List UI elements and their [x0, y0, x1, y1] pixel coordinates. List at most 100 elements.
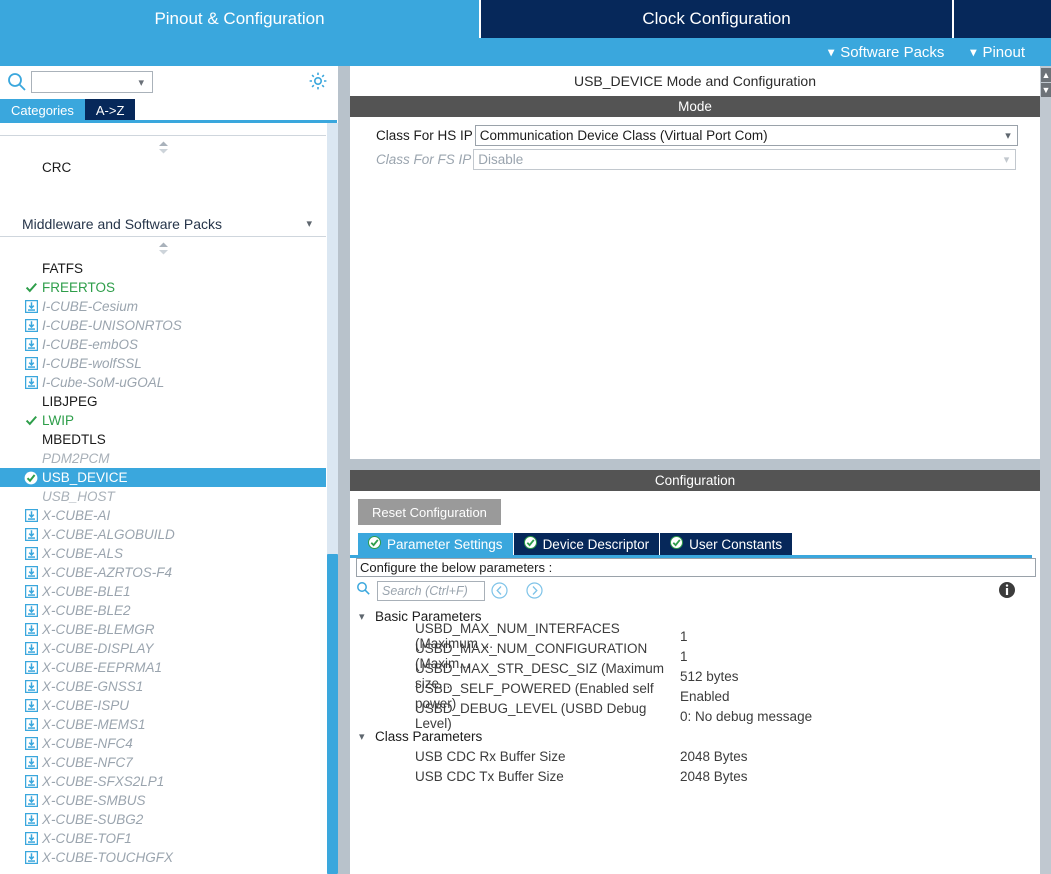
- reset-configuration-row: Reset Configuration: [350, 491, 1040, 533]
- reset-configuration-button[interactable]: Reset Configuration: [358, 499, 501, 525]
- check-circle-icon: [523, 536, 537, 552]
- info-icon[interactable]: [998, 581, 1016, 599]
- sidebar-tab-row: Categories A->Z: [0, 98, 340, 121]
- download-icon: [22, 528, 40, 541]
- list-item[interactable]: X-CUBE-EEPRMA1: [0, 658, 326, 677]
- list-item[interactable]: PDM2PCM: [0, 449, 326, 468]
- mode-row-hs: Class For HS IP Communication Device Cla…: [350, 117, 1040, 146]
- list-item[interactable]: X-CUBE-SMBUS: [0, 791, 326, 810]
- sidebar-tab-categories[interactable]: Categories: [0, 99, 85, 121]
- list-item[interactable]: X-CUBE-AI: [0, 506, 326, 525]
- list-item-label: X-CUBE-ALGOBUILD: [42, 527, 175, 542]
- software-packs-menu[interactable]: ▾ Software Packs: [828, 44, 944, 61]
- list-item[interactable]: X-CUBE-BLEMGR: [0, 620, 326, 639]
- tab-device-descriptor[interactable]: Device Descriptor: [512, 533, 660, 555]
- category-header[interactable]: [0, 123, 326, 136]
- tab-clock-configuration[interactable]: Clock Configuration: [479, 0, 952, 38]
- chevron-down-icon: ▾: [828, 45, 835, 59]
- secondary-toolbar: ▾ Software Packs ▾ Pinout: [0, 38, 1051, 66]
- list-item[interactable]: X-CUBE-GNSS1: [0, 677, 326, 696]
- list-item[interactable]: X-CUBE-BLE1: [0, 582, 326, 601]
- list-item[interactable]: FREERTOS: [0, 278, 326, 297]
- parameter-row[interactable]: USB CDC Rx Buffer Size 2048 Bytes: [350, 746, 1040, 766]
- list-item-label: X-CUBE-SMBUS: [42, 793, 146, 808]
- ip-list-scroll-area[interactable]: CRC Middleware and Software Packs ▾ FATFS FR…: [0, 123, 340, 874]
- download-icon: [22, 338, 40, 351]
- list-item[interactable]: X-CUBE-DISPLAY: [0, 639, 326, 658]
- list-item[interactable]: CRC: [0, 158, 326, 177]
- pinout-menu[interactable]: ▾ Pinout: [970, 44, 1025, 61]
- list-item-label: X-CUBE-MEMS1: [42, 717, 146, 732]
- list-item[interactable]: USB_HOST: [0, 487, 326, 506]
- main-scrollbar-track[interactable]: [1040, 66, 1051, 874]
- list-item[interactable]: I-CUBE-wolfSSL: [0, 354, 326, 373]
- chevron-down-icon: ▾: [1003, 153, 1010, 166]
- list-item[interactable]: USB_DEVICE: [0, 468, 326, 487]
- list-item[interactable]: I-CUBE-Cesium: [0, 297, 326, 316]
- list-item-label: X-CUBE-SUBG2: [42, 812, 144, 827]
- class-for-hs-ip-select[interactable]: Communication Device Class (Virtual Port…: [474, 124, 1018, 146]
- check-circle-icon: [368, 536, 381, 552]
- list-item[interactable]: I-CUBE-embOS: [0, 335, 326, 354]
- list-item[interactable]: X-CUBE-NFC7: [0, 753, 326, 772]
- parameter-name: USBD_DEBUG_LEVEL (USBD Debug Level): [415, 701, 647, 731]
- list-item-label: X-CUBE-NFC7: [42, 755, 133, 770]
- chevron-down-icon: ▾: [970, 45, 977, 59]
- parameter-group-label: Class Parameters: [375, 728, 483, 744]
- ip-list: CRC Middleware and Software Packs ▾ FATFS FR…: [0, 123, 326, 867]
- parameter-row[interactable]: USBD_DEBUG_LEVEL (USBD Debug Level) 0: No…: [350, 701, 1040, 731]
- list-item[interactable]: X-CUBE-SUBG2: [0, 810, 326, 829]
- sidebar-tab-az[interactable]: A->Z: [84, 99, 136, 121]
- download-icon: [22, 319, 40, 332]
- spinner-toggle[interactable]: [0, 136, 326, 158]
- section-divider: [350, 459, 1040, 470]
- gear-icon[interactable]: [308, 71, 328, 91]
- list-item[interactable]: X-CUBE-TOF1: [0, 829, 326, 848]
- list-item[interactable]: I-Cube-SoM-uGOAL: [0, 373, 326, 392]
- download-icon: [22, 642, 40, 655]
- list-item[interactable]: LWIP: [0, 411, 326, 430]
- list-item[interactable]: X-CUBE-ISPU: [0, 696, 326, 715]
- next-circle-icon[interactable]: [526, 582, 543, 599]
- list-item-label: X-CUBE-NFC4: [42, 736, 133, 751]
- class-for-fs-ip-select[interactable]: Disable ▾: [473, 148, 1017, 170]
- list-item-label: USB_DEVICE: [42, 470, 128, 485]
- download-icon: [22, 737, 40, 750]
- sidebar-tab-categories-label: Categories: [11, 102, 74, 118]
- list-item[interactable]: X-CUBE-ALS: [0, 544, 326, 563]
- list-item-label: I-CUBE-Cesium: [42, 299, 139, 314]
- tab-extra[interactable]: [952, 0, 1051, 38]
- download-icon: [22, 566, 40, 579]
- parameter-search-input[interactable]: Search (Ctrl+F): [377, 580, 485, 601]
- list-item[interactable]: MBEDTLS: [0, 430, 326, 449]
- list-item[interactable]: X-CUBE-NFC4: [0, 734, 326, 753]
- scrollbar-up-arrow[interactable]: ▲: [1041, 68, 1051, 82]
- spinner-toggle[interactable]: [0, 237, 326, 259]
- list-item[interactable]: X-CUBE-SFXS2LP1: [0, 772, 326, 791]
- parameter-value: 1: [680, 628, 688, 644]
- list-item[interactable]: I-CUBE-UNISONRTOS: [0, 316, 326, 335]
- tab-pinout-configuration[interactable]: Pinout & Configuration: [0, 0, 479, 38]
- list-item[interactable]: X-CUBE-MEMS1: [0, 715, 326, 734]
- list-item[interactable]: FATFS: [0, 259, 326, 278]
- list-item[interactable]: LIBJPEG: [0, 392, 326, 411]
- tab-user-constants[interactable]: User Constants: [659, 533, 793, 555]
- chevron-down-icon: ▾: [359, 730, 365, 743]
- list-item-label: X-CUBE-AZRTOS-F4: [42, 565, 173, 580]
- download-icon: [22, 585, 40, 598]
- list-item[interactable]: X-CUBE-TOUCHGFX: [0, 848, 326, 867]
- list-item[interactable]: X-CUBE-AZRTOS-F4: [0, 563, 326, 582]
- prev-circle-icon[interactable]: [491, 582, 508, 599]
- parameter-group-header[interactable]: ▾ Class Parameters: [350, 726, 1040, 746]
- category-header[interactable]: Middleware and Software Packs ▾: [0, 211, 326, 237]
- sidebar-search-input[interactable]: ▾: [31, 71, 153, 93]
- list-item[interactable]: X-CUBE-ALGOBUILD: [0, 525, 326, 544]
- list-item[interactable]: X-CUBE-BLE2: [0, 601, 326, 620]
- download-icon: [22, 357, 40, 370]
- class-for-fs-ip-value: Disable: [478, 151, 524, 167]
- scrollbar-down-arrow[interactable]: ▼: [1041, 83, 1051, 97]
- tab-parameter-settings-label: Parameter Settings: [387, 536, 503, 552]
- parameter-row[interactable]: USB CDC Tx Buffer Size 2048 Bytes: [350, 766, 1040, 786]
- sidebar-scrollbar-thumb[interactable]: [327, 554, 338, 874]
- tab-parameter-settings[interactable]: Parameter Settings: [358, 533, 513, 555]
